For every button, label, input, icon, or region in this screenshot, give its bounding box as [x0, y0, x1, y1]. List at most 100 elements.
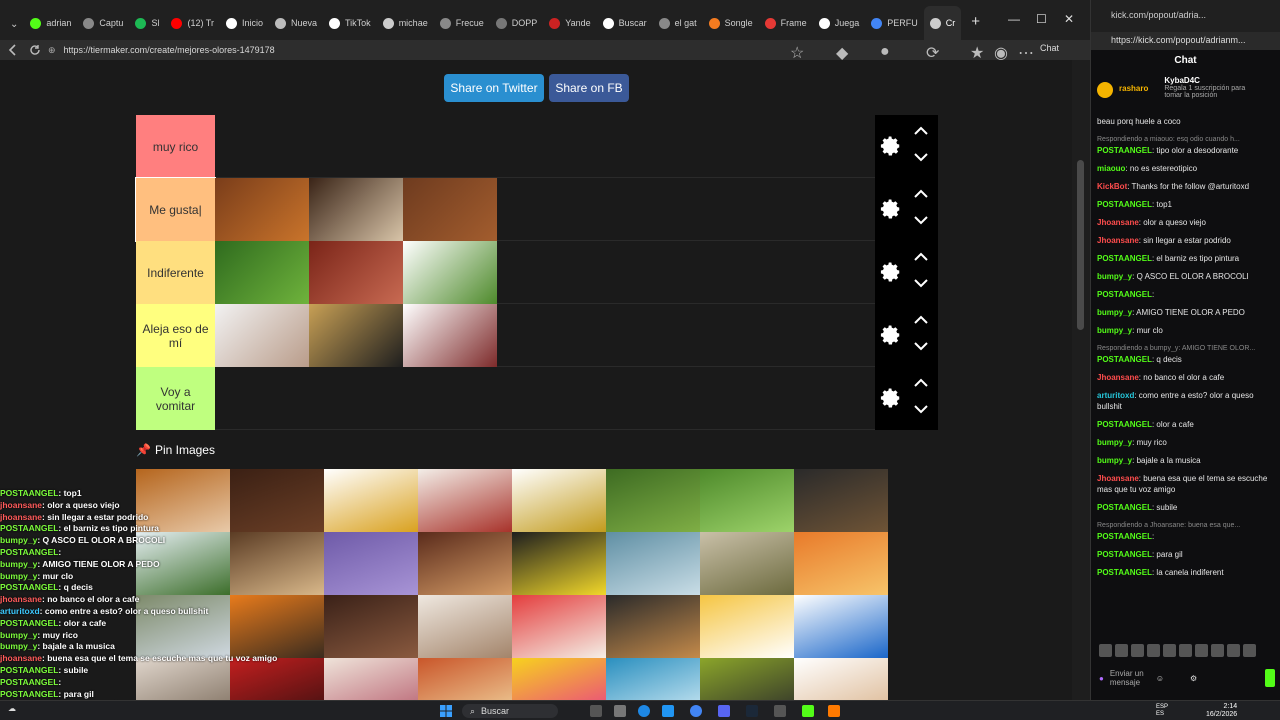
chat-username[interactable]: Jhoansane [1097, 218, 1139, 227]
close-window-icon[interactable]: ✕ [1064, 12, 1074, 26]
tab-menu-icon[interactable]: ⌄ [10, 19, 18, 30]
browser-tab[interactable]: Cr [923, 6, 962, 40]
emote[interactable] [1211, 644, 1224, 657]
tier-label[interactable]: muy rico [136, 115, 215, 178]
weather-icon[interactable]: ☁ [8, 704, 16, 713]
explorer-icon[interactable] [614, 705, 626, 717]
gift-card[interactable]: KybaD4C Regala 1 suscripción para tomar … [1164, 76, 1254, 112]
language-indicator[interactable]: ESP ES [1156, 704, 1172, 718]
chat-username[interactable]: bumpy_y [1097, 326, 1132, 335]
send-icon[interactable] [1265, 669, 1275, 687]
browser-tab[interactable]: Nueva [269, 6, 323, 40]
pool-image[interactable] [418, 469, 512, 532]
emote[interactable] [1147, 644, 1160, 657]
tier-settings-gear-icon[interactable] [880, 135, 902, 157]
chat-username[interactable]: arturitoxd [1097, 391, 1134, 400]
tier-item-blue-cheese[interactable] [403, 304, 497, 367]
tier-item-wood-varnish[interactable] [309, 304, 403, 367]
browser-tab[interactable]: michae [377, 6, 434, 40]
tier-item-bbq-skewers[interactable] [215, 178, 309, 241]
pool-image[interactable] [700, 595, 794, 658]
chat-username[interactable]: POSTAANGEL [1097, 503, 1152, 512]
pool-image[interactable] [324, 532, 418, 595]
store-icon[interactable] [662, 705, 674, 717]
pool-image[interactable] [700, 658, 794, 700]
refresh-icon[interactable]: ⟳ [926, 43, 940, 62]
settings-icon[interactable]: ⚙ [1190, 674, 1197, 683]
pool-image[interactable] [512, 532, 606, 595]
browser-tab[interactable]: PERFU [865, 6, 924, 40]
tier-item-broccoli[interactable] [403, 241, 497, 304]
emote[interactable] [1163, 644, 1176, 657]
browser-tab[interactable]: Juega [813, 6, 866, 40]
favorites-icon[interactable]: ★ [970, 43, 984, 62]
maximize-icon[interactable]: ☐ [1036, 12, 1047, 26]
browser-tab[interactable]: Sl [129, 6, 165, 40]
pool-image[interactable] [324, 595, 418, 658]
copilot-chat-button[interactable]: Chat [1040, 43, 1080, 57]
pool-image[interactable] [606, 469, 700, 532]
tier-settings-gear-icon[interactable] [880, 324, 902, 346]
minimize-icon[interactable]: — [1008, 12, 1020, 26]
new-tab-icon[interactable]: + [971, 13, 980, 30]
mic-icon[interactable]: ● [1099, 674, 1104, 683]
browser-tab[interactable]: (12) Tr [165, 6, 220, 40]
pool-image[interactable] [418, 532, 512, 595]
move-tier-up-icon[interactable] [913, 251, 929, 263]
extension-icon[interactable]: ◆ [836, 43, 850, 62]
tier-item-coffee[interactable] [309, 178, 403, 241]
browser-tab[interactable]: el gat [653, 6, 703, 40]
pool-image[interactable] [324, 658, 418, 700]
browser-tab[interactable]: Captu [77, 6, 129, 40]
emote[interactable] [1131, 644, 1144, 657]
chat-username[interactable]: Jhoansane [1097, 474, 1139, 483]
site-info-icon[interactable]: ⊕ [48, 45, 56, 56]
pool-image[interactable] [606, 595, 700, 658]
pool-image[interactable] [418, 658, 512, 700]
pool-image[interactable] [512, 658, 606, 700]
emote[interactable] [1243, 644, 1256, 657]
reload-icon[interactable] [28, 43, 42, 57]
chat-username[interactable]: POSTAANGEL [1097, 290, 1152, 299]
pool-image[interactable] [606, 532, 700, 595]
move-tier-up-icon[interactable] [913, 188, 929, 200]
emote[interactable] [1115, 644, 1128, 657]
pool-image[interactable] [512, 469, 606, 532]
task-view-icon[interactable] [590, 705, 602, 717]
pool-image[interactable] [606, 658, 700, 700]
back-icon[interactable] [6, 43, 20, 57]
browser-tab[interactable]: DOPP [490, 6, 544, 40]
tier-item-bacon[interactable] [309, 241, 403, 304]
chat-username[interactable]: POSTAANGEL [1097, 254, 1152, 263]
chat-username[interactable]: POSTAANGEL [1097, 532, 1152, 541]
move-tier-up-icon[interactable] [913, 377, 929, 389]
chat-username[interactable]: Jhoansane [1097, 236, 1139, 245]
chat-username[interactable]: miaouo [1097, 164, 1125, 173]
chat-username[interactable]: POSTAANGEL [1097, 200, 1152, 209]
share-fb-button[interactable]: Share on FB [549, 74, 629, 102]
discord-icon[interactable] [718, 705, 730, 717]
tier-label[interactable]: Me gusta| [135, 177, 216, 242]
chat-username[interactable]: bumpy_y [1097, 272, 1132, 281]
chat-username[interactable]: POSTAANGEL [1097, 146, 1152, 155]
share-twitter-button[interactable]: Share on Twitter [444, 74, 544, 102]
kick-url-bar[interactable]: https://kick.com/popout/adrianm... [1091, 32, 1280, 50]
move-tier-down-icon[interactable] [913, 277, 929, 289]
browser-tab[interactable]: Inicio [220, 6, 269, 40]
move-tier-down-icon[interactable] [913, 403, 929, 415]
favorite-star-icon[interactable]: ☆ [790, 43, 804, 62]
chat-username[interactable]: POSTAANGEL [1097, 420, 1152, 429]
pin-images-toggle[interactable]: 📌 Pin Images [136, 443, 215, 457]
move-tier-down-icon[interactable] [913, 214, 929, 226]
emote[interactable] [1227, 644, 1240, 657]
address-bar[interactable]: ⊕ https://tiermaker.com/create/mejores-o… [48, 40, 275, 60]
chat-username[interactable]: POSTAANGEL [1097, 550, 1152, 559]
app-icon[interactable] [774, 705, 786, 717]
move-tier-up-icon[interactable] [913, 125, 929, 137]
extension-icon[interactable]: ● [880, 43, 894, 60]
chat-username[interactable]: POSTAANGEL [1097, 568, 1152, 577]
move-tier-down-icon[interactable] [913, 340, 929, 352]
chat-username[interactable]: bumpy_y [1097, 438, 1132, 447]
edge-icon[interactable] [638, 705, 650, 717]
pool-image[interactable] [700, 532, 794, 595]
